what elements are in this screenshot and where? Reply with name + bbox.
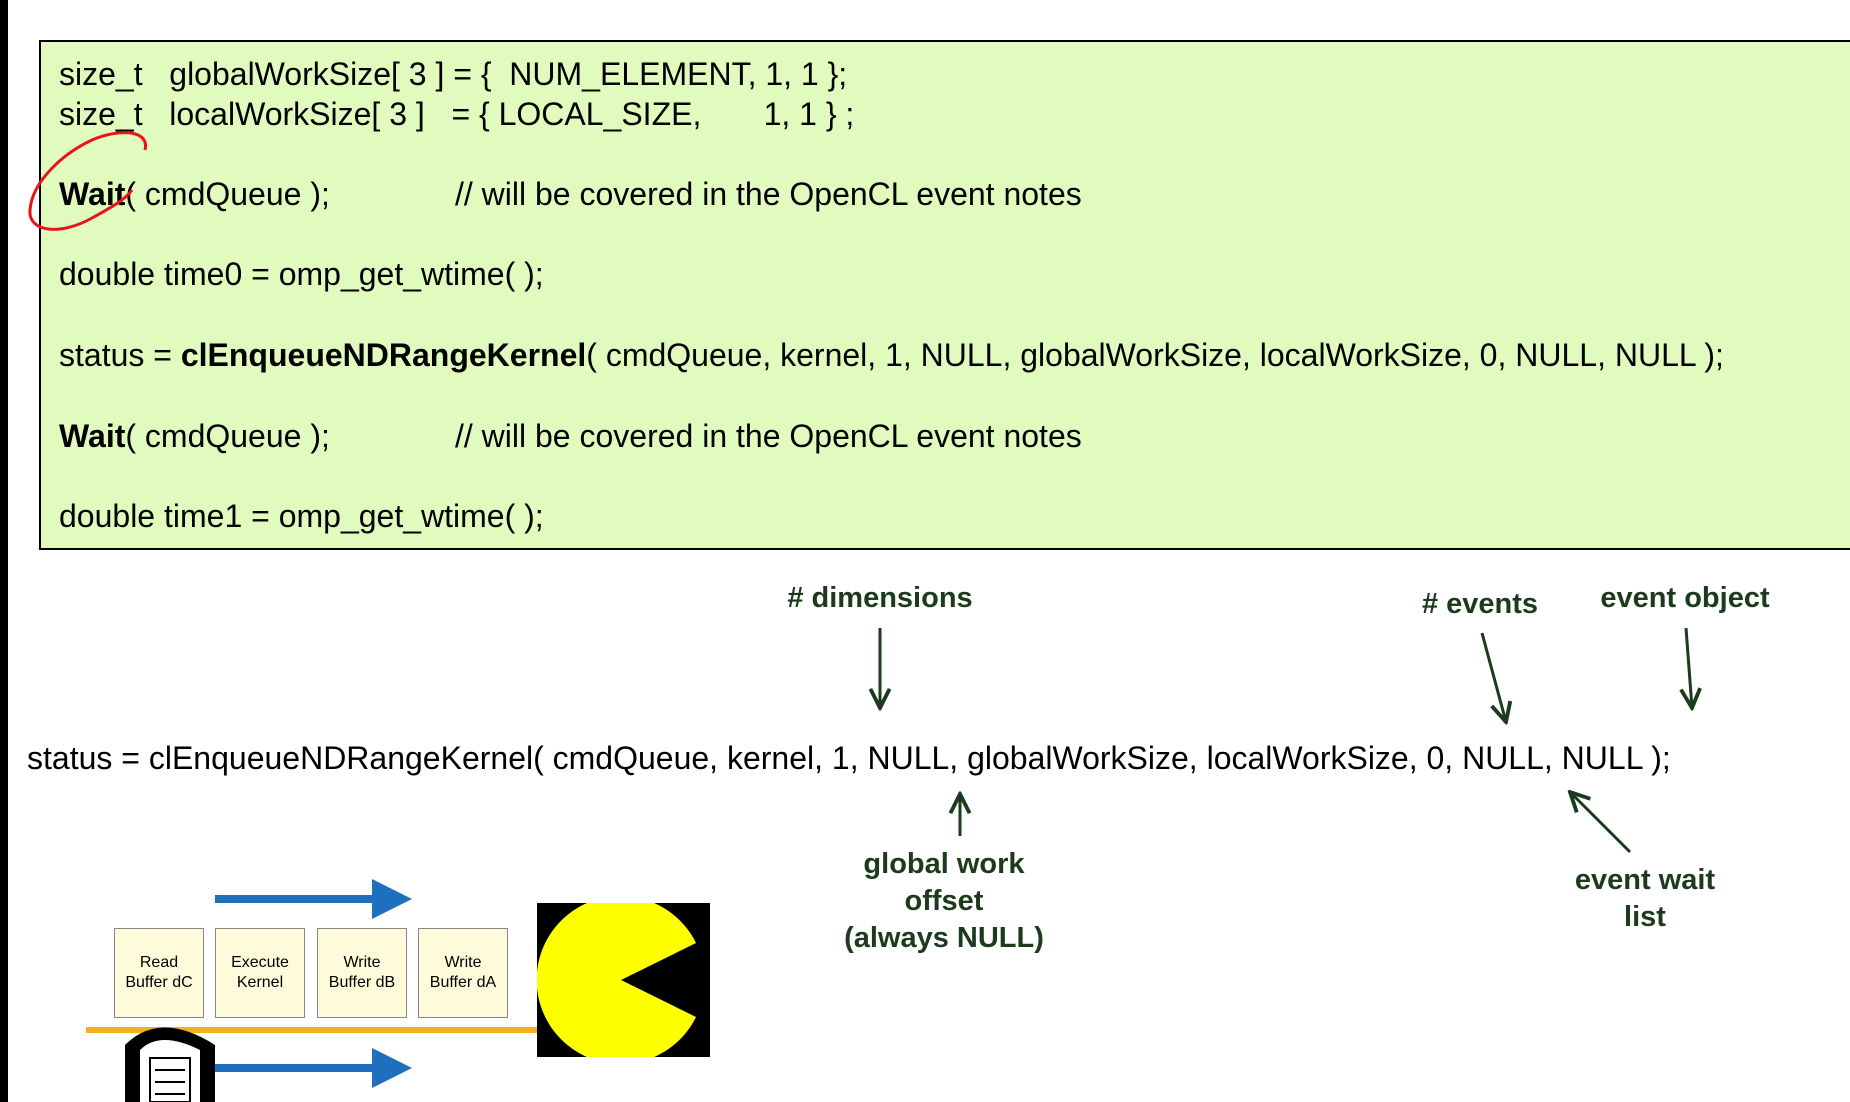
queue-item-read-buffer-dc: Read Buffer dC (114, 928, 204, 1018)
arrow-events (1480, 632, 1506, 722)
arrow-event-wait-list (1570, 792, 1632, 854)
pacman-panel (536, 896, 710, 1064)
university-seal-icon (125, 1027, 215, 1102)
arrow-event-object (1686, 627, 1692, 708)
pacman-icon (536, 896, 696, 1064)
queue-item-execute-kernel: Execute Kernel (215, 928, 305, 1018)
queue-item-write-buffer-da: Write Buffer dA (418, 928, 508, 1018)
wait-circle-mark (28, 131, 147, 231)
queue-item-write-buffer-db: Write Buffer dB (317, 928, 407, 1018)
